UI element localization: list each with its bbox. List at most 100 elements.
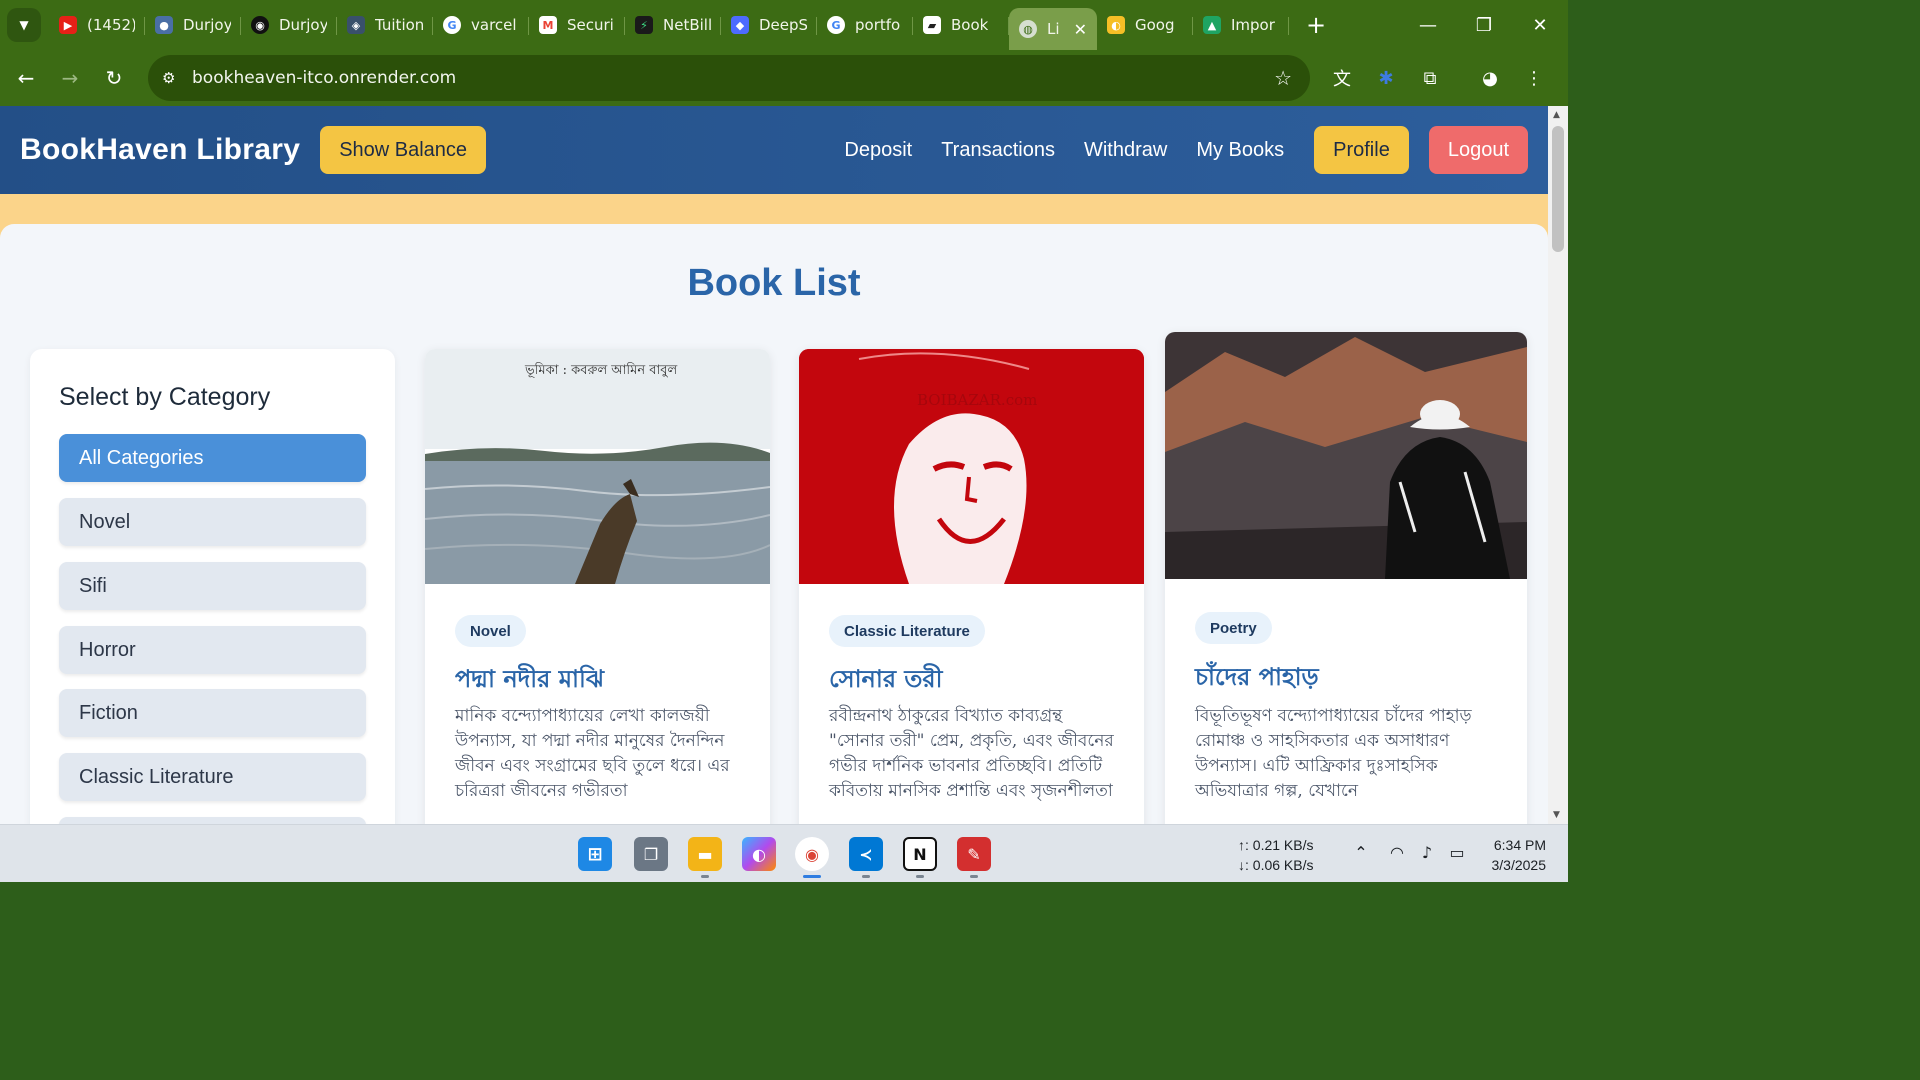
browser-tab[interactable]: ● Durjoy xyxy=(145,7,241,43)
notion-icon[interactable]: N xyxy=(903,837,937,871)
netbill-icon: ⚡ xyxy=(635,16,653,34)
tab-title: Securi xyxy=(567,16,614,34)
book-icon: ▰ xyxy=(923,16,941,34)
chevron-up-icon[interactable]: ⌃ xyxy=(1346,843,1376,862)
category-more[interactable] xyxy=(59,817,366,824)
site-settings-icon[interactable]: ⚙ xyxy=(162,69,186,87)
volume-icon[interactable]: ♪ xyxy=(1412,843,1442,862)
logout-button[interactable]: Logout xyxy=(1428,126,1528,174)
nav-link-deposit[interactable]: Deposit xyxy=(844,139,912,162)
category-novel[interactable]: Novel xyxy=(59,498,366,546)
reload-icon[interactable]: ↻ xyxy=(92,66,136,90)
google-icon: G xyxy=(443,16,461,34)
clock-time: 6:34 PM xyxy=(1493,837,1546,853)
url-bar[interactable]: ⚙ bookheaven-itco.onrender.com ☆ xyxy=(148,55,1310,101)
browser-tab[interactable]: ◈ Tuition xyxy=(337,7,433,43)
book-cover-image: BOIBAZAR.com xyxy=(799,349,1144,584)
running-indicator xyxy=(701,875,709,878)
wifi-icon[interactable]: ◠ xyxy=(1382,843,1412,862)
keep-icon: ◐ xyxy=(1107,16,1125,34)
close-window-icon[interactable]: ✕ xyxy=(1512,15,1568,36)
chrome-icon[interactable]: ◉ xyxy=(795,837,829,871)
category-badge: Classic Literature xyxy=(829,615,985,647)
tab-title: Li xyxy=(1047,20,1060,38)
tab-title: Goog xyxy=(1135,16,1175,34)
extensions-menu-icon[interactable]: ⧉ xyxy=(1408,68,1452,89)
brand-logo[interactable]: BookHaven Library xyxy=(20,133,300,167)
category-classic-literature[interactable]: Classic Literature xyxy=(59,753,366,801)
tab-search-button[interactable]: ▼ xyxy=(7,8,41,42)
browser-tab[interactable]: ◆ DeepS xyxy=(721,7,817,43)
book-card[interactable]: ভূমিকা : কবরুল আমিন বাবুল Novel পদ্মা নদ… xyxy=(425,349,770,824)
browser-tab-active[interactable]: ◍ Li ✕ xyxy=(1009,8,1097,50)
github-icon: ◉ xyxy=(251,16,269,34)
site-navbar: BookHaven Library Show Balance Deposit T… xyxy=(0,106,1548,194)
tab-title: (1452) xyxy=(87,16,135,34)
browser-tab[interactable]: ▶ (1452) xyxy=(49,7,145,43)
task-view-icon[interactable]: ❐ xyxy=(634,837,668,871)
battery-icon[interactable]: ▭ xyxy=(1442,843,1472,862)
tab-title: varcel xyxy=(471,16,517,34)
system-clock[interactable]: 6:34 PM 3/3/2025 xyxy=(1492,835,1547,875)
profile-button[interactable]: Profile xyxy=(1314,126,1409,174)
web-page: BookHaven Library Show Balance Deposit T… xyxy=(0,106,1548,824)
book-title[interactable]: সোনার তরী xyxy=(829,661,942,701)
close-tab-icon[interactable]: ✕ xyxy=(1074,20,1087,39)
browser-tab[interactable]: ⚡ NetBill xyxy=(625,7,721,43)
gmail-icon: M xyxy=(539,16,557,34)
extension-puzzle-icon[interactable]: ✱ xyxy=(1364,68,1408,89)
browser-tab[interactable]: ▲ Impor xyxy=(1193,7,1289,43)
drive-icon: ▲ xyxy=(1203,16,1221,34)
scroll-up-icon[interactable]: ▲ xyxy=(1553,110,1560,120)
file-explorer-icon[interactable]: ▬ xyxy=(688,837,722,871)
category-sidebar: Select by Category All Categories Novel … xyxy=(30,349,395,824)
bookmark-star-icon[interactable]: ☆ xyxy=(1274,66,1292,90)
book-description: মানিক বন্দ্যোপাধ্যায়ের লেখা কালজয়ী উপন… xyxy=(455,706,730,801)
browser-tab[interactable]: ◉ Durjoy xyxy=(241,7,337,43)
download-speed: ↓: 0.06 KB/s xyxy=(1238,857,1314,873)
book-title[interactable]: চাঁদের পাহাড় xyxy=(1195,659,1319,699)
nav-link-my-books[interactable]: My Books xyxy=(1196,139,1284,162)
category-sifi[interactable]: Sifi xyxy=(59,562,366,610)
book-title[interactable]: পদ্মা নদীর মাঝি xyxy=(455,661,604,701)
category-horror[interactable]: Horror xyxy=(59,626,366,674)
book-card[interactable]: Poetry চাঁদের পাহাড় বিভূতিভূষণ বন্দ্যোপ… xyxy=(1165,332,1527,824)
browser-tab[interactable]: ▰ Book xyxy=(913,7,1009,43)
forward-icon[interactable]: → xyxy=(48,66,92,90)
tab-title: portfo xyxy=(855,16,901,34)
network-speed: ↑: 0.21 KB/s ↓: 0.06 KB/s xyxy=(1238,835,1313,875)
new-tab-button[interactable]: + xyxy=(1301,11,1331,39)
translate-icon[interactable]: 文 xyxy=(1320,65,1364,91)
back-icon[interactable]: ← xyxy=(4,66,48,90)
browser-tab[interactable]: G portfo xyxy=(817,7,913,43)
nav-link-transactions[interactable]: Transactions xyxy=(941,139,1055,162)
windows-start-icon[interactable]: ⊞ xyxy=(578,837,612,871)
show-balance-button[interactable]: Show Balance xyxy=(320,126,487,174)
acrobat-icon[interactable]: ✎ xyxy=(957,837,991,871)
running-indicator xyxy=(916,875,924,878)
clock-date: 3/3/2025 xyxy=(1491,857,1547,873)
profile-avatar-icon[interactable]: ◕ xyxy=(1468,68,1512,89)
minimize-icon[interactable]: — xyxy=(1400,15,1456,36)
scroll-down-icon[interactable]: ▼ xyxy=(1553,810,1560,820)
page-scrollbar[interactable]: ▲ ▼ xyxy=(1548,106,1568,824)
tab-title: Tuition xyxy=(375,16,423,34)
book-description: রবীন্দ্রনাথ ঠাকুরের বিখ্যাত কাব্যগ্রন্থ … xyxy=(829,706,1114,801)
browser-tab[interactable]: G varcel xyxy=(433,7,529,43)
category-fiction[interactable]: Fiction xyxy=(59,689,366,737)
copilot-icon[interactable]: ◐ xyxy=(742,837,776,871)
tuition-icon: ◈ xyxy=(347,16,365,34)
browser-tab[interactable]: M Securi xyxy=(529,7,625,43)
scrollbar-thumb[interactable] xyxy=(1552,126,1564,252)
more-menu-icon[interactable]: ⋮ xyxy=(1512,68,1556,89)
tab-title: Durjoy xyxy=(183,16,231,34)
browser-tab[interactable]: ◐ Goog xyxy=(1097,7,1193,43)
url-text[interactable]: bookheaven-itco.onrender.com xyxy=(192,68,456,88)
category-badge: Novel xyxy=(455,615,526,647)
restore-icon[interactable]: ❐ xyxy=(1456,15,1512,36)
nav-link-withdraw[interactable]: Withdraw xyxy=(1084,139,1167,162)
category-all[interactable]: All Categories xyxy=(59,434,366,482)
book-cover-image: ভূমিকা : কবরুল আমিন বাবুল xyxy=(425,349,770,584)
vscode-icon[interactable]: ≺ xyxy=(849,837,883,871)
book-card[interactable]: BOIBAZAR.com Classic Literature সোনার তর… xyxy=(799,349,1144,824)
